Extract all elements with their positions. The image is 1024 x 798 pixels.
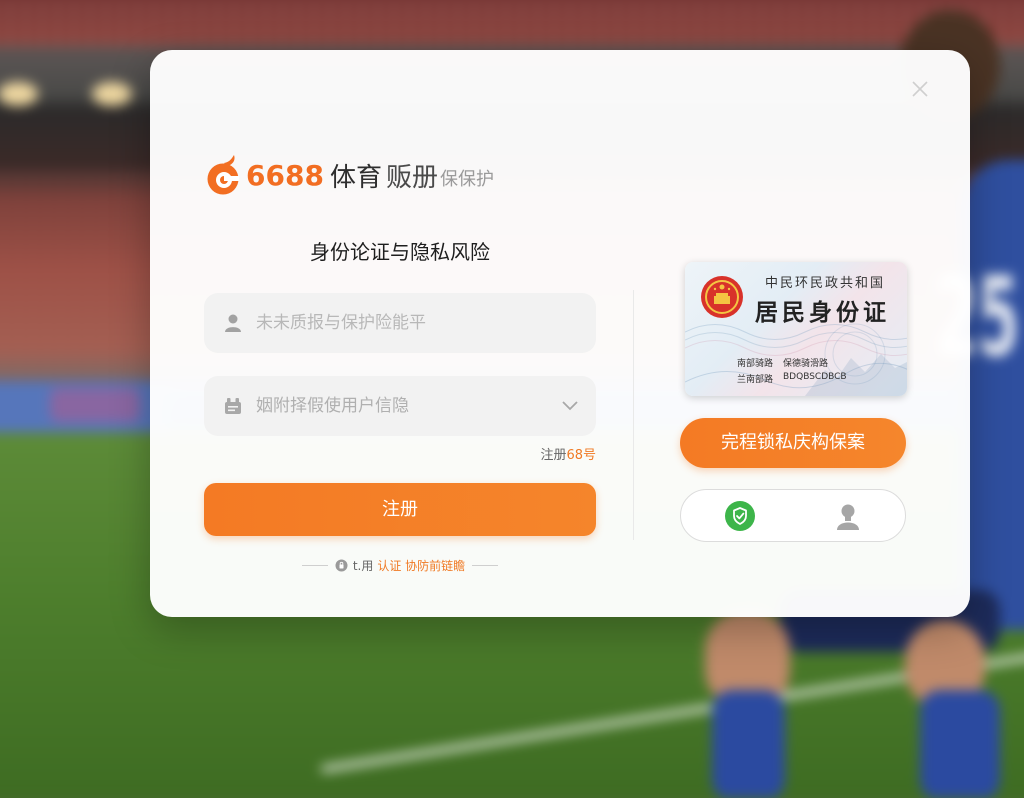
info-select-value: 姻附择假使用户信隐: [256, 396, 409, 416]
national-emblem-icon: [701, 276, 743, 318]
stadium-stands-top: [0, 0, 1024, 45]
card-country: 中民环民政共和国: [765, 276, 886, 291]
register-hint-prefix: 注册: [540, 448, 567, 463]
column-divider: [633, 290, 634, 540]
card-row-value: 保德骑滑路: [783, 359, 829, 369]
agreement-prefix: t.用: [352, 558, 374, 573]
logo-icon: [207, 155, 239, 195]
card-row: 兰南部路 BDQBSCDBCB: [737, 372, 847, 385]
privacy-protection-button[interactable]: 完程锁私庆构保案: [680, 418, 906, 468]
user-icon: [225, 314, 241, 332]
register-hint-link[interactable]: 68号: [566, 448, 596, 463]
divider-line: [301, 564, 328, 566]
brand-logo: 6688 体育 贩册 保保护: [204, 155, 494, 195]
info-select[interactable]: 姻附择假使用户信隐: [204, 376, 596, 436]
agreement-footer: t.用 认证 协防前链瞻: [204, 556, 596, 574]
stadium-light: [92, 82, 132, 106]
logo-name: 体育: [329, 162, 382, 193]
card-row: 南部骑路 保德骑滑路: [737, 356, 828, 369]
logo-tagline: 保保护: [439, 169, 494, 190]
card-row-value: BDQBSCDBCB: [783, 372, 847, 382]
agreement-link[interactable]: 认证 协防前链瞻: [377, 557, 465, 574]
register-button[interactable]: 注册: [204, 483, 596, 536]
chevron-down-icon: [562, 401, 578, 411]
card-row-label: 南部骑路: [737, 359, 774, 369]
logo-number: 6688: [246, 158, 324, 192]
identity-privacy-modal: 6688 体育 贩册 保保护 身份论证与隐私风险 姻附择假使用户信隐 注册68号…: [150, 50, 970, 617]
account-field[interactable]: [204, 293, 596, 353]
person-icon[interactable]: [832, 500, 864, 532]
id-badge-icon: [225, 398, 241, 414]
dialog-title: 身份论证与隐私风险: [310, 240, 490, 264]
close-icon: [912, 81, 928, 97]
lock-icon: [335, 559, 348, 571]
divider-line: [472, 564, 499, 566]
register-hint: 注册68号: [204, 446, 596, 466]
stadium-light: [0, 82, 38, 106]
id-card-preview: 中民环民政共和国 居民身份证 南部骑路 保德骑滑路 兰南部路 BDQBSCDBC…: [685, 262, 907, 396]
shield-check-icon[interactable]: [724, 500, 756, 532]
account-input[interactable]: [256, 293, 576, 353]
player-sock: [712, 690, 785, 798]
advertising-board-logo: [50, 388, 140, 422]
card-row-label: 兰南部路: [737, 375, 774, 385]
logo-name-suffix: 贩册: [385, 162, 438, 193]
card-title: 居民身份证: [755, 299, 890, 326]
player-sock: [920, 690, 1000, 798]
verify-method-toggle: [680, 489, 906, 542]
close-button[interactable]: [908, 77, 932, 101]
